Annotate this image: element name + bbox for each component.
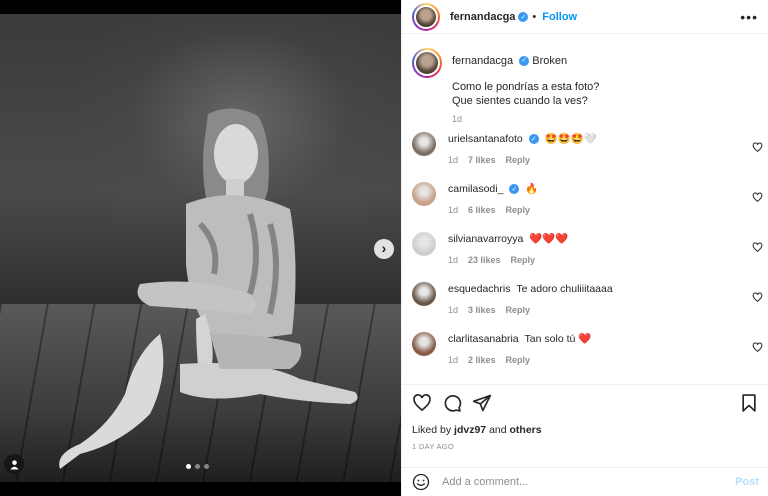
next-image-button[interactable]: ›	[374, 239, 394, 259]
comment-text: ❤️❤️❤️	[529, 233, 569, 245]
comment-likes[interactable]: 6 likes	[468, 205, 496, 215]
comment-text: 🔥	[525, 183, 539, 195]
carousel-indicator	[186, 464, 209, 469]
comment-row: clarlitasanabria Tan solo tú ❤️ 1d 2 lik…	[402, 328, 768, 378]
commenter-avatar[interactable]	[412, 282, 436, 306]
comment-row: silvianavarroyya ❤️❤️❤️ 1d 23 likes Repl…	[402, 228, 768, 278]
comment-composer: Post	[402, 467, 768, 496]
user-tag-icon	[9, 459, 19, 470]
verified-badge-icon: ✓	[518, 11, 529, 22]
caption-line-1: Como le pondrías a esta foto?	[452, 81, 600, 93]
reply-button[interactable]: Reply	[506, 305, 531, 315]
caption-username[interactable]: fernandacga	[452, 55, 513, 67]
heart-icon[interactable]	[752, 142, 763, 153]
commenter-avatar[interactable]	[412, 132, 436, 156]
carousel-dot-1	[186, 464, 191, 469]
comment-row: urielsantanafoto ✓ 🤩🤩🤩🤍 1d 7 likes Reply	[402, 128, 768, 178]
liked-by-prefix: Liked by	[412, 424, 452, 436]
comment-time[interactable]: 1d	[448, 255, 458, 265]
heart-icon[interactable]	[412, 393, 432, 413]
post-comment-button[interactable]: Post	[735, 476, 759, 488]
carousel-dot-3	[204, 464, 209, 469]
comment-row: camilasodi_ ✓ 🔥 1d 6 likes Reply	[402, 178, 768, 228]
commenter-avatar[interactable]	[412, 332, 436, 356]
comment-input[interactable]	[442, 476, 736, 488]
commenter-username[interactable]: camilasodi_	[448, 183, 503, 195]
comment-time[interactable]: 1d	[448, 305, 458, 315]
post-media: ›	[0, 0, 401, 496]
action-icons	[412, 391, 759, 415]
carousel-dot-2	[195, 464, 200, 469]
user-tag-button[interactable]	[4, 454, 24, 474]
author-username[interactable]: fernandacga	[450, 11, 515, 23]
commenter-avatar[interactable]	[412, 182, 436, 206]
comment-likes[interactable]: 2 likes	[468, 355, 496, 365]
heart-icon[interactable]	[752, 342, 763, 353]
comment-likes[interactable]: 23 likes	[468, 255, 501, 265]
share-icon[interactable]	[472, 393, 492, 413]
follow-button[interactable]: Follow	[542, 11, 577, 23]
reply-button[interactable]: Reply	[511, 255, 536, 265]
comment-time[interactable]: 1d	[448, 155, 458, 165]
emoji-icon[interactable]	[412, 473, 430, 491]
heart-icon[interactable]	[752, 242, 763, 253]
commenter-avatar[interactable]	[412, 232, 436, 256]
post-photo	[0, 14, 401, 482]
post-caption: fernandacga ✓ Broken Como le pondrías a …	[402, 42, 768, 128]
photo-subject	[59, 108, 358, 469]
reply-button[interactable]: Reply	[506, 155, 531, 165]
comment-text: Te adoro chuliiitaaaa	[516, 283, 613, 295]
caption-time: 1d	[452, 114, 463, 124]
heart-icon[interactable]	[752, 292, 763, 303]
post-time-ago[interactable]: 1 DAY AGO	[412, 442, 759, 451]
comment-text: 🤩🤩🤩🤍	[544, 133, 597, 145]
comment-time[interactable]: 1d	[448, 205, 458, 215]
comment-time[interactable]: 1d	[448, 355, 458, 365]
commenter-username[interactable]: silvianavarroyya	[448, 233, 523, 245]
more-options-button[interactable]: •••	[740, 9, 758, 25]
author-avatar[interactable]	[412, 2, 440, 31]
verified-badge-icon: ✓	[528, 134, 539, 145]
commenter-username[interactable]: esquedachris	[448, 283, 510, 295]
caption-title: Broken	[532, 55, 568, 67]
commenter-username[interactable]: clarlitasanabria	[448, 333, 519, 345]
post-actions: Liked by jdvz97 and others 1 DAY AGO	[402, 384, 768, 451]
comments-list[interactable]: fernandacga ✓ Broken Como le pondrías a …	[402, 42, 768, 384]
bookmark-icon[interactable]	[739, 393, 759, 413]
verified-badge-icon: ✓	[519, 56, 530, 67]
heart-icon[interactable]	[752, 192, 763, 203]
liked-by-others[interactable]: others	[510, 424, 542, 436]
caption-avatar[interactable]	[412, 48, 442, 78]
verified-badge-icon: ✓	[509, 184, 520, 195]
commenter-username[interactable]: urielsantanafoto	[448, 133, 523, 145]
separator: •	[532, 10, 537, 23]
reply-button[interactable]: Reply	[506, 355, 531, 365]
liked-by: Liked by jdvz97 and others	[412, 424, 759, 436]
post-header: fernandacga ✓ • Follow •••	[402, 0, 768, 34]
comment-icon[interactable]	[442, 393, 462, 413]
comment-row: esquedachris Te adoro chuliiitaaaa 1d 3 …	[402, 278, 768, 328]
caption-body: Como le pondrías a esta foto? Que siente…	[452, 80, 599, 108]
liked-by-user[interactable]: jdvz97	[454, 424, 486, 436]
comment-likes[interactable]: 7 likes	[468, 155, 496, 165]
caption-line-2: Que sientes cuando la ves?	[452, 95, 588, 107]
post-side-panel: fernandacga ✓ • Follow ••• fernandacga ✓…	[401, 0, 768, 496]
comment-text: Tan solo tú ❤️	[524, 333, 592, 345]
liked-by-conj: and	[489, 424, 507, 436]
chevron-right-icon: ›	[381, 240, 387, 256]
reply-button[interactable]: Reply	[506, 205, 531, 215]
comment-likes[interactable]: 3 likes	[468, 305, 496, 315]
